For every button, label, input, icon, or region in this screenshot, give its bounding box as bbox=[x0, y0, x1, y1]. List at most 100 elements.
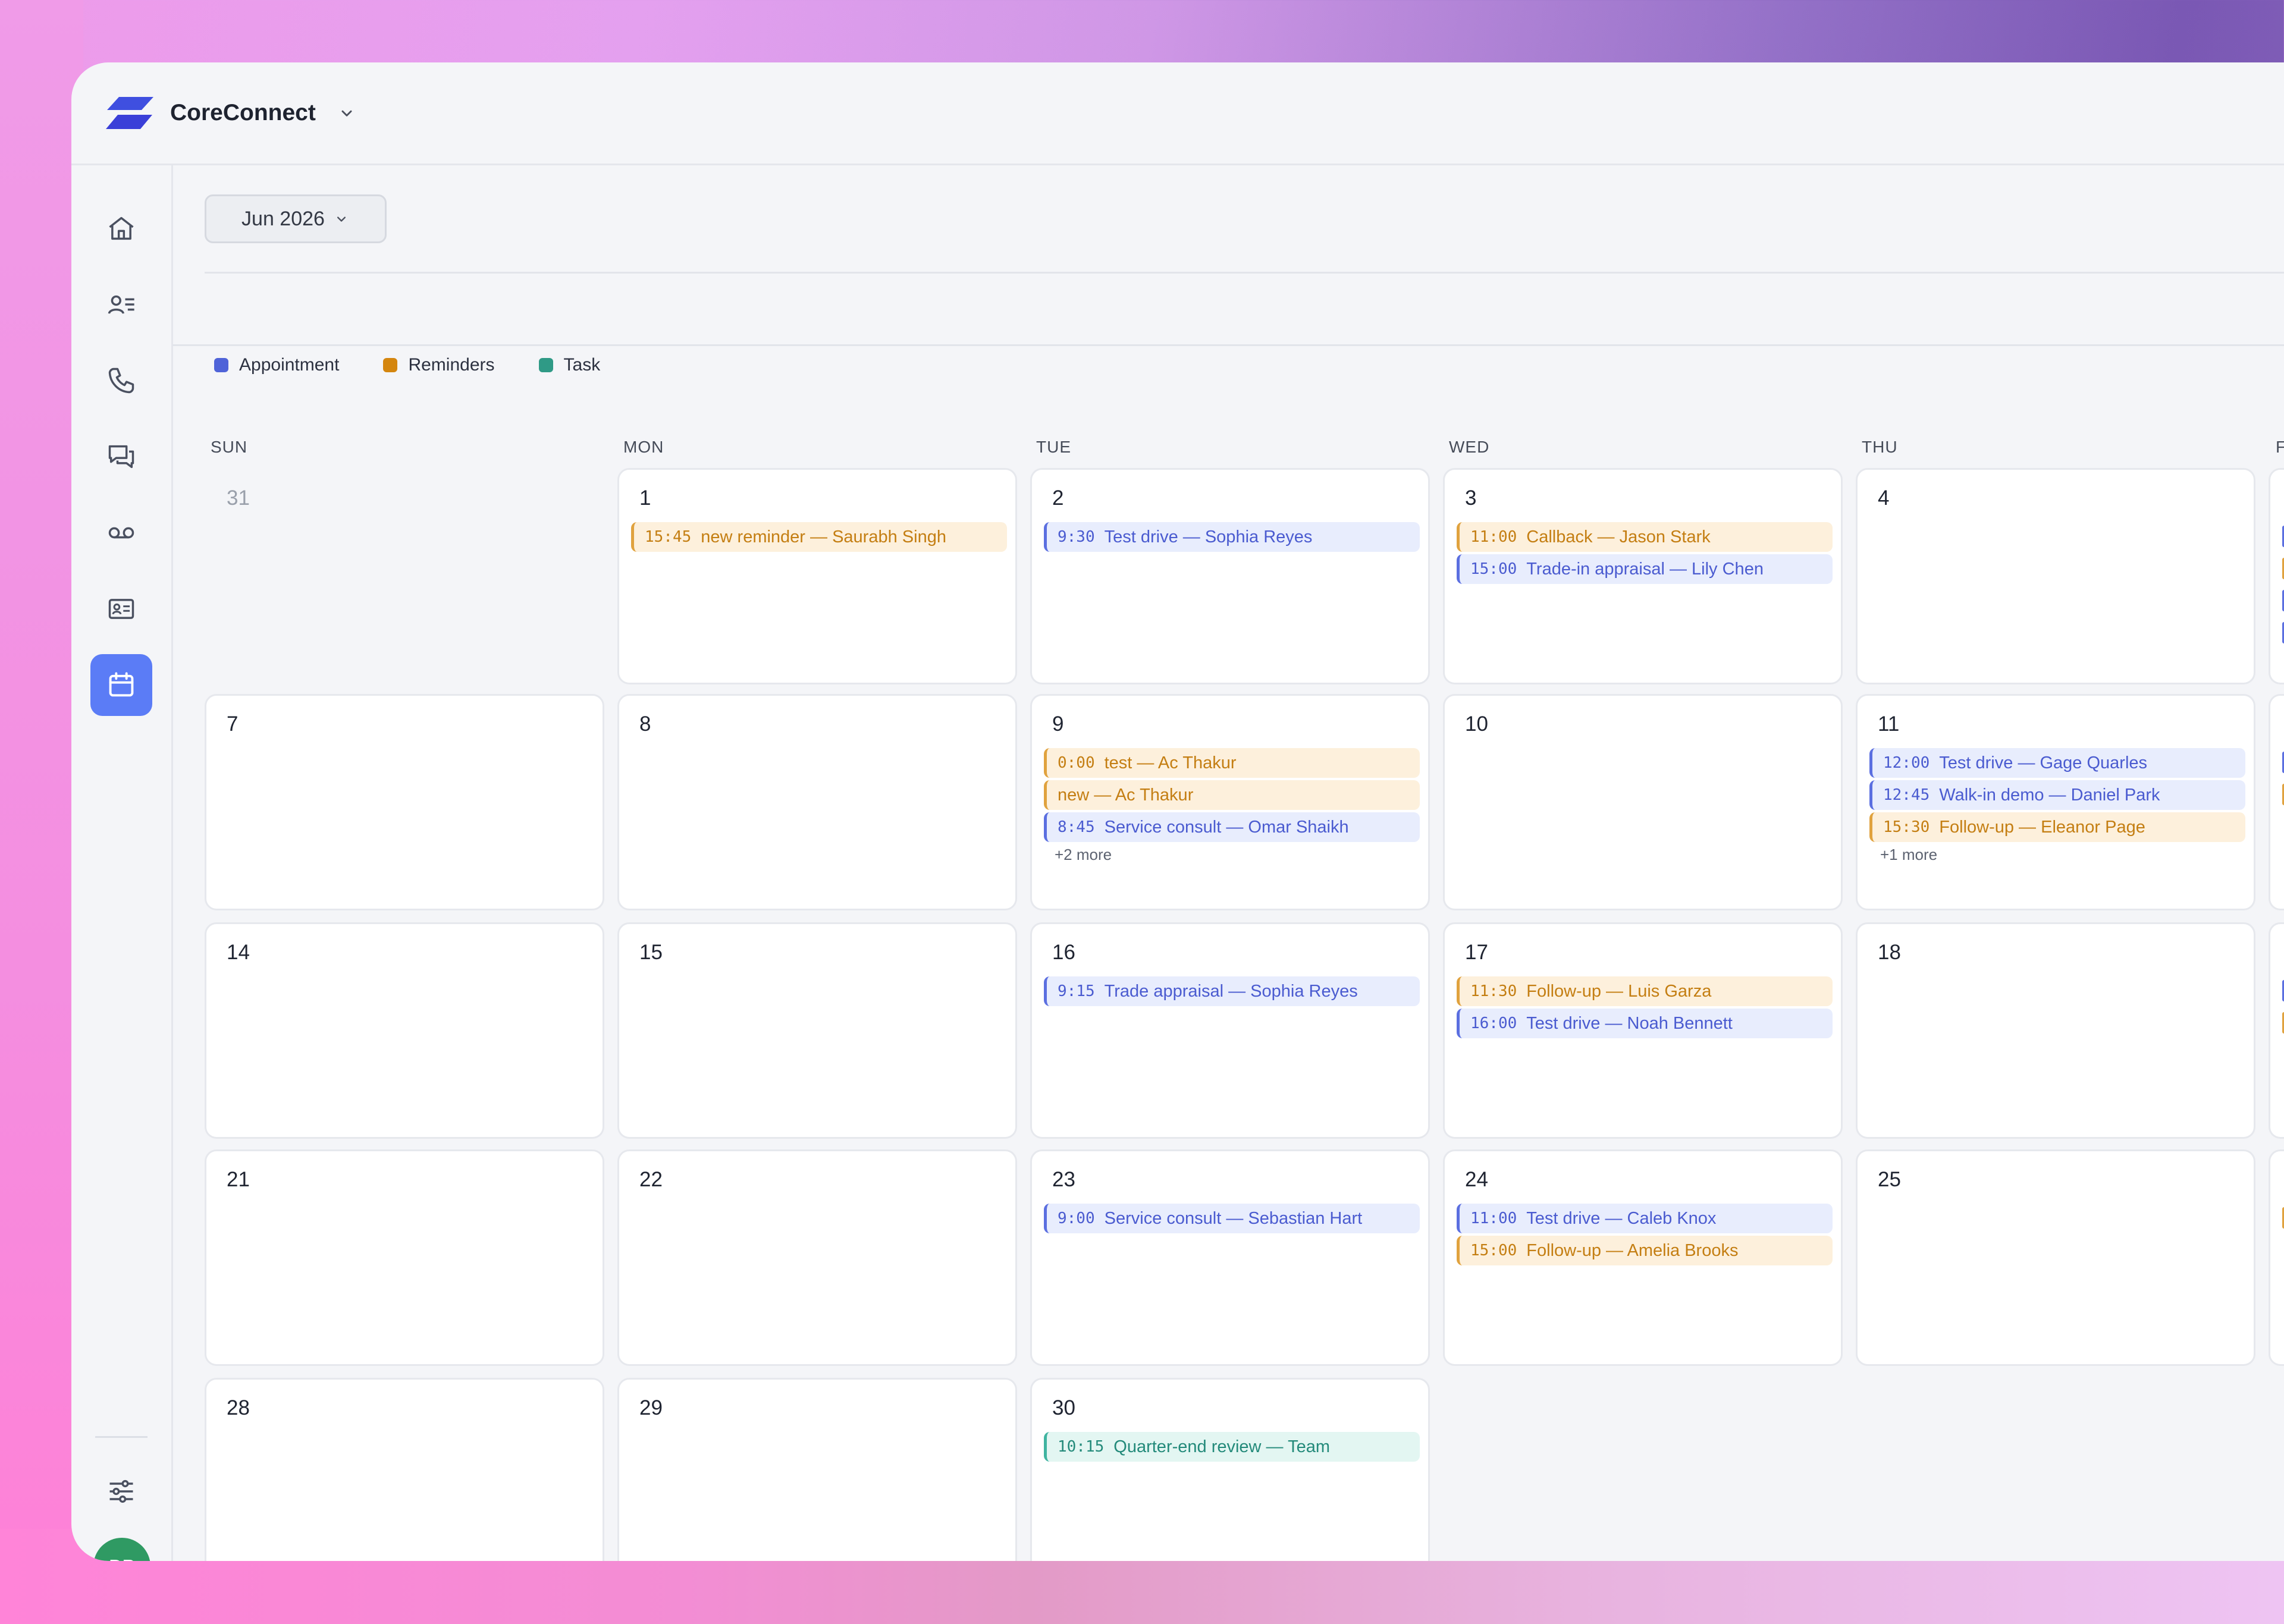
event-title: Test drive — Caleb Knox bbox=[1526, 1208, 1717, 1228]
event-title: Service consult — Sebastian Hart bbox=[1104, 1208, 1363, 1228]
day-number: 25 bbox=[1878, 1168, 1901, 1191]
legend-item-task: Task bbox=[538, 355, 601, 375]
weekday-header: MON bbox=[623, 438, 664, 456]
day-cell[interactable]: 7 bbox=[205, 694, 604, 910]
event-title: test — Ac Thakur bbox=[1104, 753, 1237, 772]
event-time: 10:15 bbox=[1058, 1438, 1105, 1456]
event-time: 15:00 bbox=[1470, 560, 1517, 578]
day-cell-partial[interactable] bbox=[2269, 922, 2284, 1139]
settings-button[interactable] bbox=[90, 1460, 152, 1522]
day-cell[interactable]: 23 9:00 Service consult — Sebastian Hart bbox=[1030, 1149, 1430, 1366]
event-title: Trade appraisal — Sophia Reyes bbox=[1104, 981, 1358, 1001]
day-cell[interactable]: 2 9:30 Test drive — Sophia Reyes bbox=[1030, 468, 1430, 684]
day-cell[interactable]: 15 bbox=[617, 922, 1017, 1139]
event-time: 15:00 bbox=[1470, 1242, 1517, 1259]
month-selector[interactable]: Jun 2026 bbox=[205, 194, 387, 243]
calendar-button[interactable] bbox=[90, 654, 152, 716]
calendar-event[interactable]: 11:00 Callback — Jason Stark bbox=[1457, 522, 1833, 552]
event-title: Callback — Jason Stark bbox=[1526, 527, 1711, 546]
event-title: Follow-up — Luis Garza bbox=[1526, 981, 1712, 1001]
day-cell-partial[interactable] bbox=[2269, 694, 2284, 910]
calendar-event[interactable]: 15:00 Follow-up — Amelia Brooks bbox=[1457, 1236, 1833, 1265]
day-cell[interactable]: 3 11:00 Callback — Jason Stark 15:00 Trade-i… bbox=[1443, 468, 1843, 684]
legend-label: Task bbox=[563, 355, 601, 375]
legend-label: Reminders bbox=[408, 355, 495, 375]
calendar-event[interactable]: 15:30 Follow-up — Eleanor Page bbox=[1869, 812, 2245, 842]
day-cell[interactable]: 11 12:00 Test drive — Gage Quarles 12:45 Wal… bbox=[1856, 694, 2255, 910]
day-cell[interactable]: 17 11:30 Follow-up — Luis Garza 16:00 Test d… bbox=[1443, 922, 1843, 1139]
event-title: Test drive — Gage Quarles bbox=[1939, 753, 2148, 772]
voicemail-button[interactable] bbox=[90, 502, 152, 564]
more-events-link[interactable]: +2 more bbox=[1055, 846, 1112, 864]
chevron-down-icon bbox=[337, 216, 346, 222]
day-cell[interactable]: 10 bbox=[1443, 694, 1843, 910]
user-avatar[interactable]: DP bbox=[93, 1538, 150, 1561]
home-button[interactable] bbox=[90, 197, 152, 259]
calendar-event[interactable]: 15:45 new reminder — Saurabh Singh bbox=[631, 522, 1007, 552]
day-cell[interactable]: 4 bbox=[1856, 468, 2255, 684]
calendar-event[interactable]: 12:45 Walk-in demo — Daniel Park bbox=[1869, 780, 2245, 810]
event-time: 11:00 bbox=[1470, 1210, 1517, 1227]
legend-label: Appointment bbox=[239, 355, 340, 375]
background-left bbox=[0, 0, 83, 1624]
calendar-event[interactable]: 9:00 Service consult — Sebastian Hart bbox=[1044, 1204, 1420, 1233]
event-time: 8:45 bbox=[1058, 818, 1095, 836]
phone-icon bbox=[108, 367, 134, 394]
day-number: 4 bbox=[1878, 486, 1890, 510]
day-cell[interactable]: 25 bbox=[1856, 1149, 2255, 1366]
home-icon bbox=[109, 216, 134, 240]
calendar-event[interactable]: 12:00 Test drive — Gage Quarles bbox=[1869, 748, 2245, 778]
day-number: 16 bbox=[1052, 941, 1075, 964]
chevron-down-icon[interactable] bbox=[337, 103, 357, 123]
day-cell[interactable]: 16 9:15 Trade appraisal — Sophia Reyes bbox=[1030, 922, 1430, 1139]
day-cell[interactable]: 29 bbox=[617, 1378, 1017, 1561]
day-number: 10 bbox=[1465, 712, 1488, 736]
day-number: 23 bbox=[1052, 1168, 1075, 1191]
messages-button[interactable] bbox=[90, 426, 152, 488]
day-cell-partial[interactable] bbox=[2269, 1149, 2284, 1366]
calendar-event[interactable]: 9:15 Trade appraisal — Sophia Reyes bbox=[1044, 976, 1420, 1006]
calendar-event[interactable]: 9:30 Test drive — Sophia Reyes bbox=[1044, 522, 1420, 552]
day-number: 3 bbox=[1465, 486, 1477, 510]
logo-icon bbox=[106, 97, 153, 129]
day-number: 1 bbox=[639, 486, 651, 510]
calendar-event[interactable]: 0:00 test — Ac Thakur bbox=[1044, 748, 1420, 778]
day-cell[interactable]: 18 bbox=[1856, 922, 2255, 1139]
calls-button[interactable] bbox=[90, 350, 152, 412]
calendar-event[interactable]: 11:00 Test drive — Caleb Knox bbox=[1457, 1204, 1833, 1233]
day-cell-partial[interactable] bbox=[2269, 468, 2284, 684]
calendar-event[interactable]: 10:15 Quarter-end review — Team bbox=[1044, 1432, 1420, 1462]
calendar-event[interactable]: 16:00 Test drive — Noah Bennett bbox=[1457, 1009, 1833, 1038]
directory-button[interactable] bbox=[90, 578, 152, 640]
more-events-link[interactable]: +1 more bbox=[1880, 846, 1937, 864]
calendar-event[interactable]: new — Ac Thakur bbox=[1044, 780, 1420, 810]
app-window: CoreConnect DP Jun 2 bbox=[71, 62, 2284, 1561]
day-number: 30 bbox=[1052, 1396, 1075, 1419]
sidebar: DP bbox=[71, 165, 173, 1561]
day-number: 29 bbox=[639, 1396, 663, 1419]
day-cell[interactable]: 9 0:00 test — Ac Thakur new — Ac Thakur 8:45… bbox=[1030, 694, 1430, 910]
day-cell[interactable]: 30 10:15 Quarter-end review — Team bbox=[1030, 1378, 1430, 1561]
day-number: 14 bbox=[227, 941, 250, 964]
calendar-event[interactable]: 8:45 Service consult — Omar Shaikh bbox=[1044, 812, 1420, 842]
day-cell[interactable]: 24 11:00 Test drive — Caleb Knox 15:00 Follo… bbox=[1443, 1149, 1843, 1366]
calendar-event[interactable]: 15:00 Trade-in appraisal — Lily Chen bbox=[1457, 554, 1833, 584]
day-cell[interactable]: 22 bbox=[617, 1149, 1017, 1366]
calendar-event[interactable]: 11:30 Follow-up — Luis Garza bbox=[1457, 976, 1833, 1006]
top-bar: CoreConnect bbox=[71, 62, 2284, 165]
day-number: 28 bbox=[227, 1396, 250, 1419]
day-number: 21 bbox=[227, 1168, 250, 1191]
day-cell[interactable]: 31 bbox=[205, 468, 604, 684]
event-time: 0:00 bbox=[1058, 754, 1095, 772]
weekday-header: WED bbox=[1449, 438, 1490, 456]
day-cell[interactable]: 1 15:45 new reminder — Saurabh Singh bbox=[617, 468, 1017, 684]
day-cell[interactable]: 21 bbox=[205, 1149, 604, 1366]
weekday-header: SUN bbox=[211, 438, 248, 456]
day-cell[interactable]: 8 bbox=[617, 694, 1017, 910]
day-number: 2 bbox=[1052, 486, 1064, 510]
contacts-button[interactable] bbox=[90, 274, 152, 335]
id-card-icon bbox=[108, 599, 134, 619]
app-name[interactable]: CoreConnect bbox=[170, 97, 316, 129]
day-cell[interactable]: 28 bbox=[205, 1378, 604, 1561]
day-cell[interactable]: 14 bbox=[205, 922, 604, 1139]
